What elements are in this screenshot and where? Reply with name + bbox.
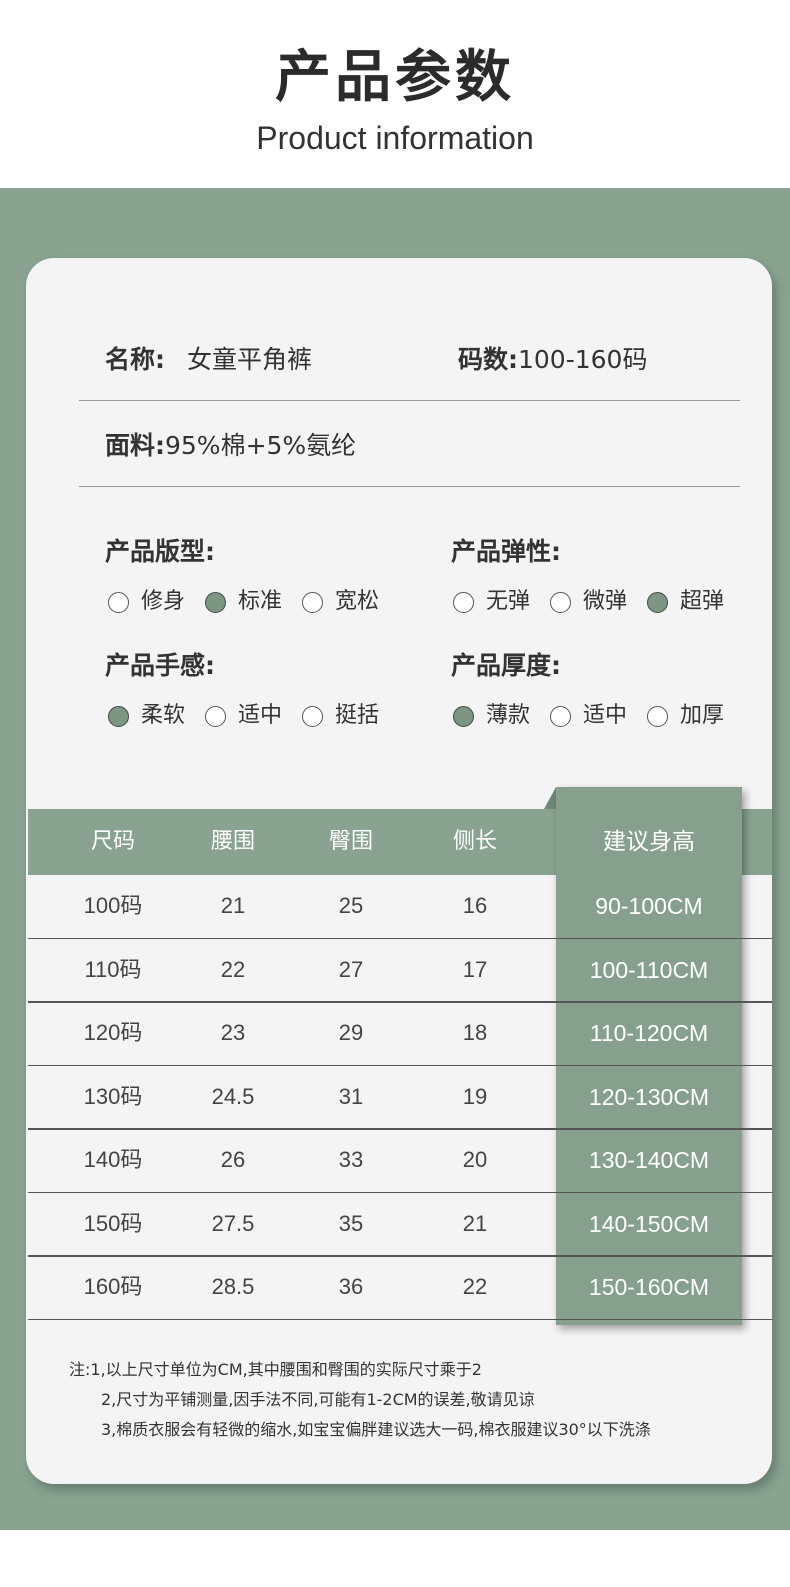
fit-option: 宽松: [302, 588, 379, 616]
table-row: 130码 24.5 31 19 120-130CM: [28, 1066, 772, 1130]
fit-title: 产品版型:: [105, 537, 215, 566]
elasticity-option: 超弹: [647, 588, 724, 616]
cell-waist: 28.5: [211, 1274, 255, 1299]
cell-recommended-height: 110-120CM: [589, 1020, 709, 1046]
highlight-fold: [544, 787, 556, 809]
elasticity-title: 产品弹性:: [451, 537, 561, 566]
feel-option: 挺括: [302, 702, 379, 730]
note-line: 3,棉质衣服会有轻微的缩水,如宝宝偏胖建议选大一码,棉衣服建议30°以下洗涤: [101, 1420, 651, 1439]
fit-option: 标准: [205, 588, 282, 616]
radio-filled-icon: [647, 591, 669, 613]
radio-filled-icon: [108, 705, 129, 727]
elasticity-option: 微弹: [550, 588, 627, 616]
product-size-range: 码数:100-160码: [458, 344, 647, 376]
cell-size: 150码: [83, 1210, 143, 1236]
cell-side-length: 21: [462, 1210, 488, 1236]
elasticity-options: 无弹 微弹 超弹: [453, 588, 744, 616]
cell-hip: 27: [338, 956, 364, 982]
column-header-hip: 臀围: [328, 829, 373, 854]
radio-empty-icon: [550, 705, 572, 727]
cell-size: 100码: [83, 893, 143, 918]
feel-title: 产品手感:: [105, 651, 215, 680]
cell-size: 110码: [84, 956, 142, 982]
cell-side-length: 17: [462, 956, 488, 982]
cell-size: 140码: [83, 1147, 143, 1172]
page-title: 产品参数: [275, 45, 515, 110]
column-header-recommended-height: 建议身高: [603, 829, 695, 855]
table-row: 160码 28.5 36 22 150-160CM: [28, 1256, 772, 1320]
divider: [79, 400, 740, 401]
cell-hip: 33: [338, 1147, 364, 1172]
fabric-label: 面料:: [105, 431, 165, 460]
cell-recommended-height: 120-130CM: [588, 1083, 710, 1110]
cell-side-length: 22: [462, 1274, 488, 1299]
elasticity-option: 无弹: [453, 588, 530, 616]
fabric-value: 95%棉+5%氨纶: [165, 431, 357, 460]
cell-hip: 35: [338, 1210, 364, 1236]
column-header-side-length: 侧长: [452, 829, 497, 854]
cell-waist: 23: [220, 1020, 246, 1045]
cell-hip: 31: [338, 1083, 364, 1109]
thickness-title: 产品厚度:: [451, 651, 561, 680]
radio-empty-icon: [550, 591, 572, 613]
note-line: 2,尺寸为平铺测量,因手法不同,可能有1-2CM的误差,敬请见谅: [101, 1390, 535, 1409]
feel-option: 适中: [205, 702, 282, 730]
cell-waist: 27.5: [211, 1210, 255, 1236]
size-range-label: 码数:: [458, 345, 518, 374]
thickness-option: 适中: [550, 702, 627, 730]
cell-size: 120码: [83, 1020, 143, 1045]
page-subtitle: Product information: [256, 120, 534, 156]
fit-options: 修身 标准 宽松: [108, 588, 399, 616]
cell-recommended-height: 140-150CM: [588, 1210, 710, 1237]
table-row: 150码 27.5 35 21 140-150CM: [28, 1193, 772, 1257]
table-row: 140码 26 33 20 130-140CM: [28, 1129, 772, 1193]
radio-empty-icon: [302, 591, 324, 613]
radio-filled-icon: [453, 705, 474, 727]
cell-recommended-height: 130-140CM: [588, 1147, 710, 1173]
cell-side-length: 19: [462, 1083, 488, 1109]
fit-option: 修身: [108, 588, 185, 616]
divider: [79, 486, 740, 487]
table-row: 120码 23 29 18 110-120CM: [28, 1002, 772, 1066]
thickness-option: 加厚: [647, 702, 724, 730]
feel-option: 柔软: [108, 702, 185, 730]
cell-side-length: 20: [462, 1147, 488, 1172]
radio-empty-icon: [302, 705, 324, 727]
radio-filled-icon: [205, 591, 227, 613]
cell-waist: 26: [220, 1147, 246, 1172]
product-name-label: 名称:: [105, 345, 165, 374]
cell-recommended-height: 90-100CM: [595, 893, 703, 919]
cell-recommended-height: 100-110CM: [589, 956, 709, 983]
note-line: 注:1,以上尺寸单位为CM,其中腰围和臀围的实际尺寸乘于2: [69, 1360, 482, 1379]
cell-size: 130码: [83, 1083, 143, 1109]
column-header-waist: 腰围: [210, 829, 255, 854]
size-range-value: 100-160码: [518, 345, 648, 374]
thickness-option: 薄款: [453, 702, 530, 730]
radio-empty-icon: [647, 705, 669, 727]
table-row: 100码 21 25 16 90-100CM: [28, 875, 772, 939]
page-header: 产品参数 Product information: [0, 0, 790, 188]
product-name: 名称: 女童平角裤: [105, 344, 312, 376]
cell-waist: 24.5: [211, 1083, 255, 1109]
product-name-value: 女童平角裤: [187, 345, 313, 374]
cell-hip: 29: [338, 1020, 364, 1045]
cell-side-length: 16: [462, 893, 488, 918]
cell-size: 160码: [83, 1274, 143, 1299]
product-fabric: 面料:95%棉+5%氨纶: [105, 430, 356, 462]
cell-hip: 25: [338, 893, 364, 918]
column-header-size: 尺码: [90, 829, 135, 854]
cell-waist: 22: [220, 956, 246, 982]
cell-recommended-height: 150-160CM: [588, 1274, 710, 1300]
radio-empty-icon: [108, 591, 129, 613]
radio-empty-icon: [453, 591, 474, 613]
radio-empty-icon: [205, 705, 227, 727]
row-divider: [28, 1318, 772, 1320]
thickness-options: 薄款 适中 加厚: [453, 702, 744, 730]
cell-waist: 21: [220, 893, 246, 918]
cell-hip: 36: [338, 1274, 364, 1299]
cell-side-length: 18: [462, 1020, 488, 1045]
table-row: 110码 22 27 17 100-110CM: [28, 939, 772, 1003]
feel-options: 柔软 适中 挺括: [108, 702, 399, 730]
